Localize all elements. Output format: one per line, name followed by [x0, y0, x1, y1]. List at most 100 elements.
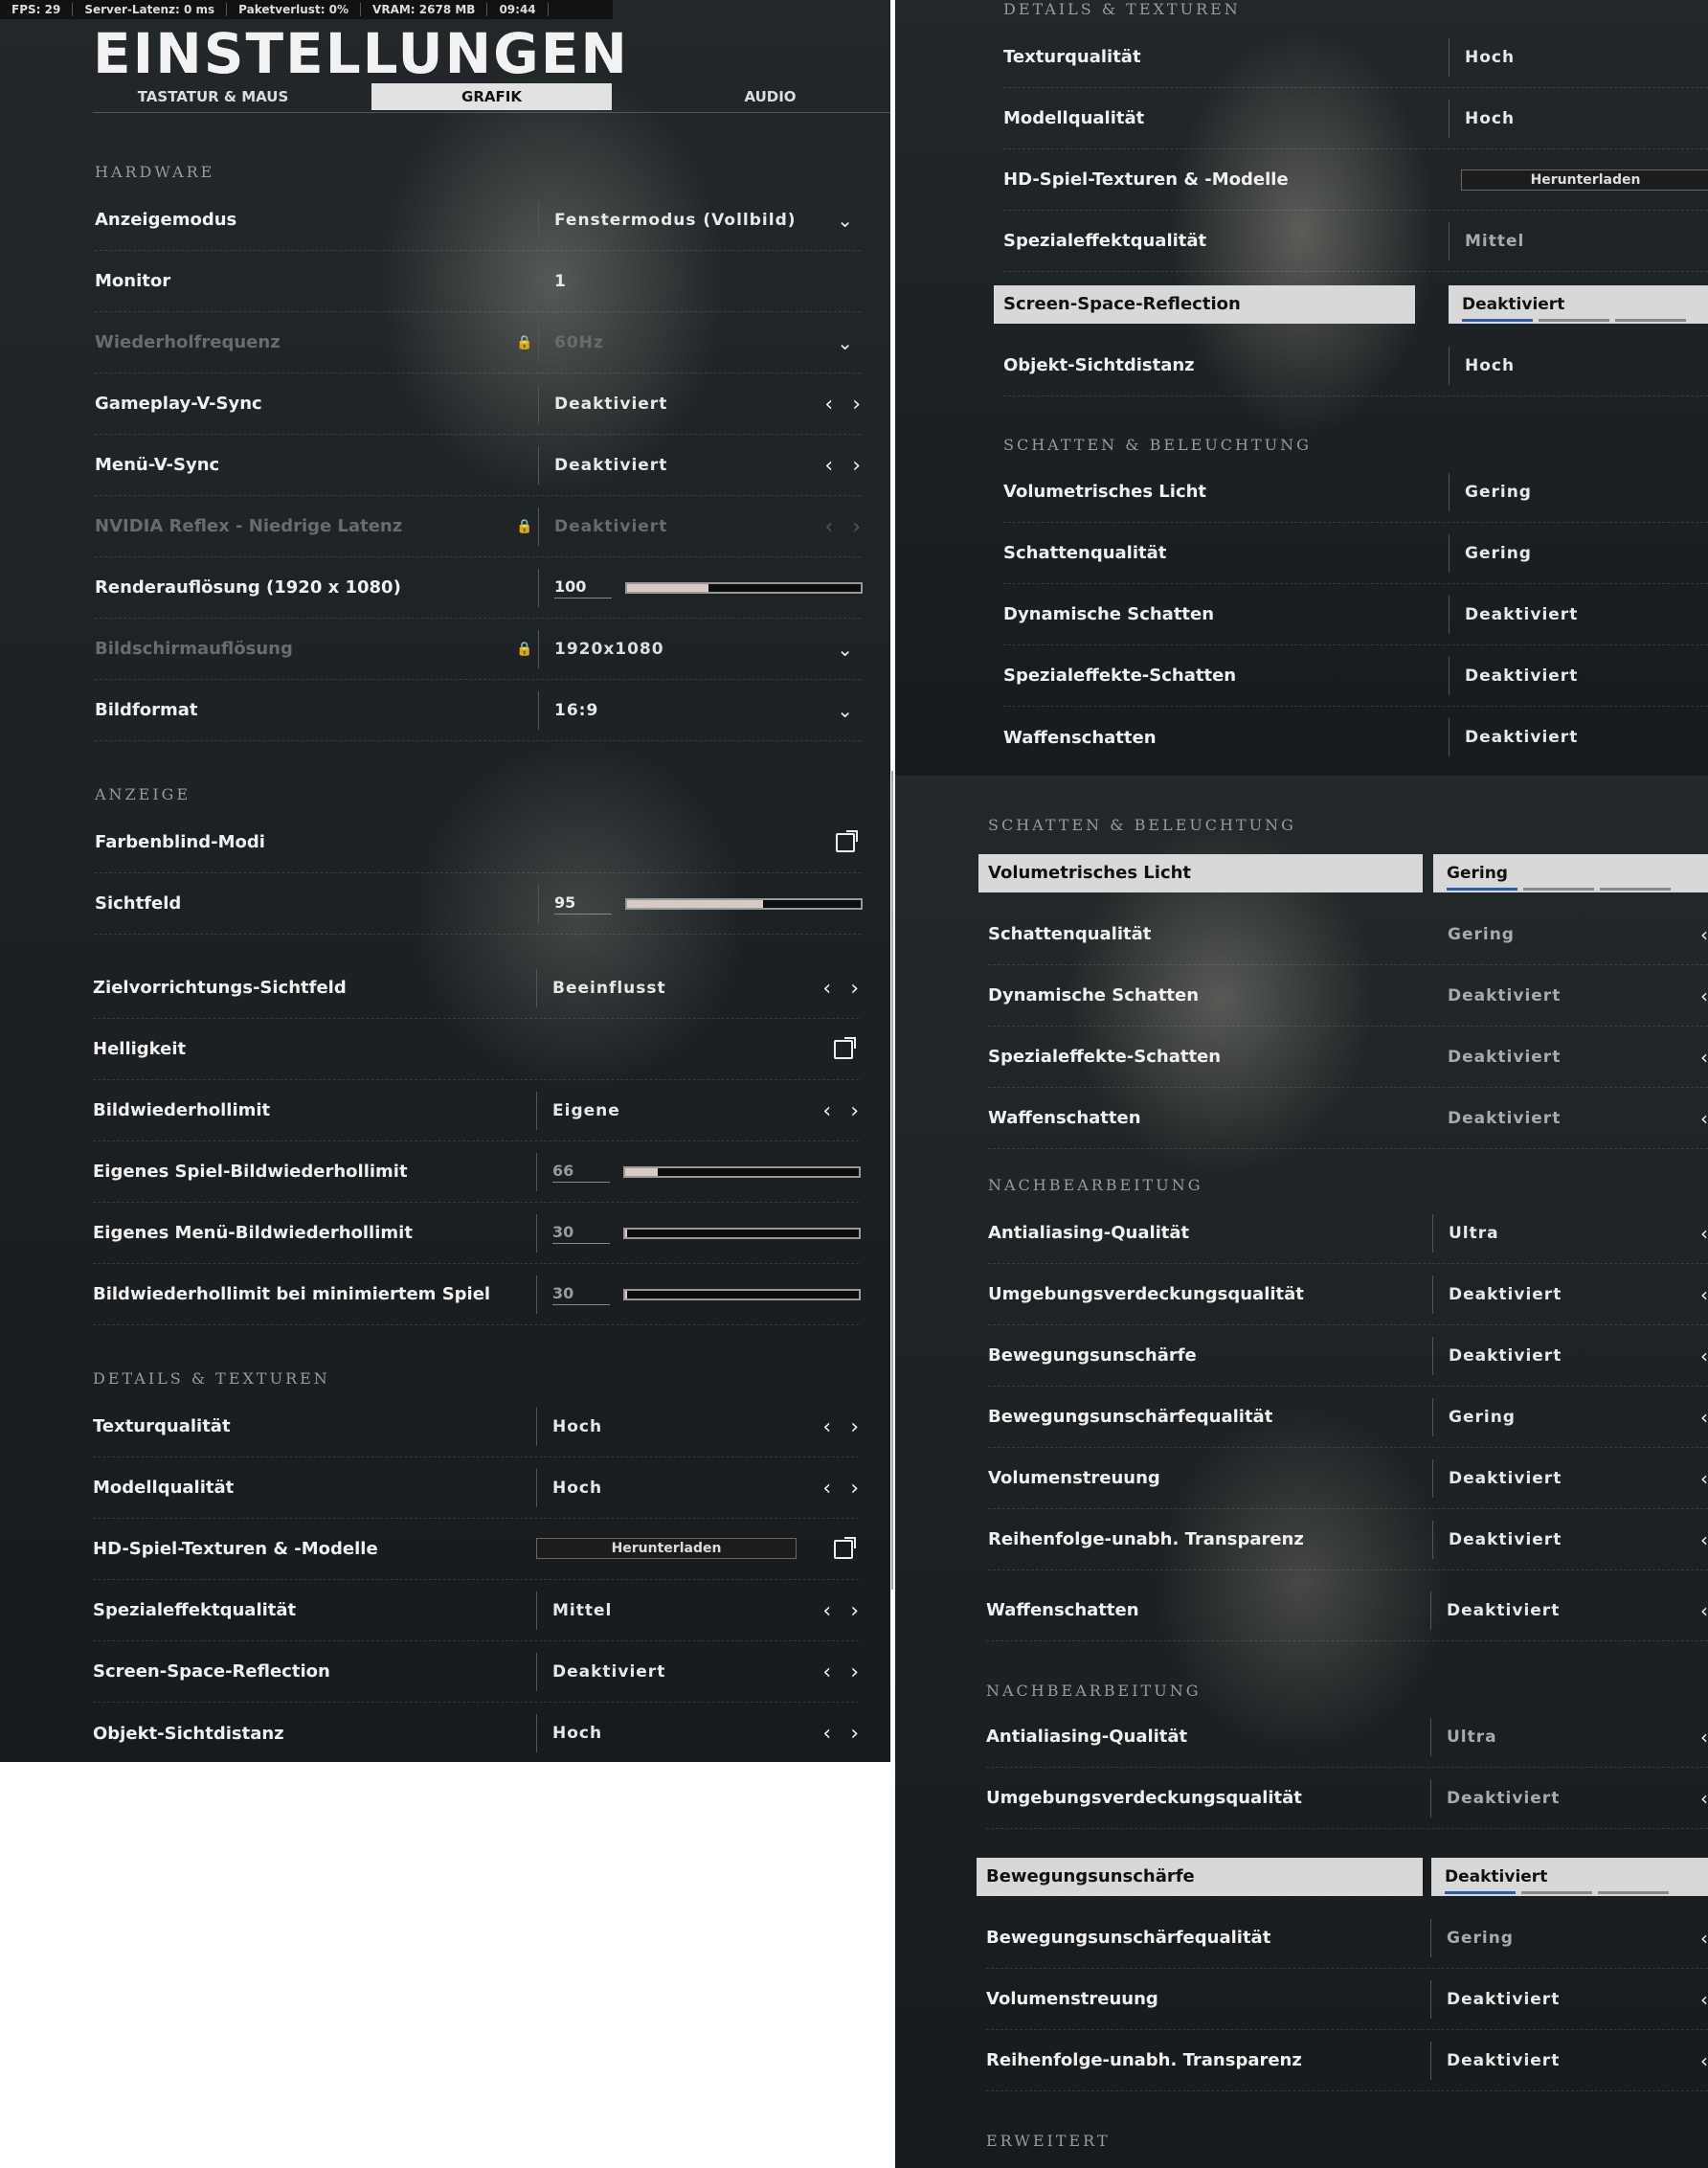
tab-keyboard-mouse[interactable]: TASTATUR & MAUS: [93, 83, 333, 110]
chevron-right-icon[interactable]: ›: [850, 1099, 859, 1123]
setting-oit[interactable]: Reihenfolge-unabh. Transparenz Deaktivie…: [988, 1509, 1708, 1570]
setting-texture-quality[interactable]: Texturqualität Hoch: [1003, 27, 1708, 88]
setting-oit-2[interactable]: Reihenfolge-unabh. Transparenz Deaktivie…: [986, 2030, 1708, 2091]
chevron-left-icon[interactable]: ‹: [1700, 2049, 1708, 2072]
setting-ambient-occlusion[interactable]: Umgebungsverdeckungsqualität Deaktiviert…: [988, 1264, 1708, 1325]
setting-dynamic-shadows[interactable]: Dynamische Schatten Deaktiviert: [1003, 584, 1708, 645]
chevron-left-icon[interactable]: ‹: [822, 1415, 831, 1439]
chevron-down-icon[interactable]: ⌄: [837, 209, 853, 232]
setting-hd-textures[interactable]: HD-Spiel-Texturen & -Modelle Herunterlad…: [93, 1519, 859, 1580]
chevron-left-icon[interactable]: ‹: [1700, 1283, 1708, 1306]
setting-volumetric-light[interactable]: Volumetrisches Licht Gering: [1003, 462, 1708, 523]
setting-ssr-value[interactable]: Deaktiviert: [1449, 285, 1708, 324]
external-link-icon[interactable]: [834, 1537, 856, 1559]
setting-ads-fov[interactable]: Zielvorrichtungs-Sichtfeld Beeinflusst ‹ ›: [93, 958, 859, 1019]
chevron-right-icon[interactable]: ›: [850, 1722, 859, 1746]
setting-object-distance[interactable]: Objekt-Sichtdistanz Hoch: [1003, 335, 1708, 396]
scrollbar[interactable]: [891, 771, 893, 1590]
setting-render-resolution[interactable]: Renderauflösung (1920 x 1080) 100: [95, 557, 863, 619]
chevron-left-icon[interactable]: ‹: [1700, 984, 1708, 1007]
chevron-left-icon[interactable]: ‹: [1700, 1222, 1708, 1245]
setting-dynamic-shadows[interactable]: Dynamische Schatten Deaktiviert ‹: [988, 965, 1708, 1027]
setting-weapon-shadows[interactable]: Waffenschatten Deaktiviert ‹: [988, 1088, 1708, 1149]
chevron-right-icon[interactable]: ›: [850, 1477, 859, 1501]
tab-graphics[interactable]: GRAFIK: [371, 82, 612, 110]
chevron-left-icon[interactable]: ‹: [822, 1477, 831, 1501]
setting-shadow-quality[interactable]: Schattenqualität Gering ‹: [988, 904, 1708, 965]
setting-texture-quality[interactable]: Texturqualität Hoch ‹ ›: [93, 1396, 859, 1457]
slider-track[interactable]: [625, 582, 863, 594]
setting-ssr[interactable]: Screen-Space-Reflection Deaktiviert ‹ ›: [93, 1641, 859, 1703]
setting-effects-quality[interactable]: Spezialeffektqualität Mittel: [1003, 211, 1708, 272]
setting-custom-menu-fps[interactable]: Eigenes Menü-Bildwiederhollimit 30: [93, 1203, 861, 1264]
chevron-left-icon[interactable]: ‹: [1700, 1406, 1708, 1429]
chevron-left-icon[interactable]: ‹: [1700, 1726, 1708, 1749]
chevron-right-icon[interactable]: ›: [850, 1415, 859, 1439]
tab-audio[interactable]: AUDIO: [650, 83, 890, 110]
chevron-left-icon[interactable]: ‹: [1700, 923, 1708, 946]
setting-motion-blur[interactable]: Bewegungsunschärfe Deaktiviert ‹: [988, 1325, 1708, 1387]
chevron-right-icon[interactable]: ›: [850, 1660, 859, 1684]
chevron-down-icon[interactable]: ⌄: [837, 699, 853, 722]
download-button[interactable]: Herunterladen: [1461, 169, 1708, 191]
slider-value[interactable]: 100: [554, 577, 612, 598]
setting-hd-textures[interactable]: HD-Spiel-Texturen & -Modelle Herunterlad…: [1003, 149, 1708, 211]
slider-value[interactable]: 95: [554, 893, 612, 915]
setting-gameplay-vsync[interactable]: Gameplay-V-Sync Deaktiviert ‹ ›: [95, 373, 861, 435]
external-link-icon[interactable]: [834, 1036, 856, 1059]
setting-effect-shadows[interactable]: Spezialeffekte-Schatten Deaktiviert: [1003, 645, 1708, 707]
slider-value[interactable]: 30: [552, 1284, 610, 1305]
setting-weapon-shadows[interactable]: Waffenschatten Deaktiviert: [1003, 707, 1708, 768]
setting-motion-blur-quality[interactable]: Bewegungsunschärfequalität Gering ‹: [988, 1387, 1708, 1448]
external-link-icon[interactable]: [836, 829, 858, 852]
setting-fov[interactable]: Sichtfeld 95: [95, 873, 863, 935]
setting-volumetric-light-value[interactable]: Gering: [1433, 854, 1708, 892]
setting-display-mode[interactable]: Anzeigemodus Fenstermodus (Vollbild) ⌄: [95, 190, 861, 251]
setting-motion-blur-quality-2[interactable]: Bewegungsunschärfequalität Gering ‹: [986, 1908, 1708, 1969]
chevron-right-icon[interactable]: ›: [852, 393, 861, 417]
slider-track[interactable]: [623, 1289, 861, 1300]
setting-colorblind[interactable]: Farbenblind-Modi: [95, 812, 861, 873]
chevron-left-icon[interactable]: ‹: [1700, 1599, 1708, 1622]
chevron-left-icon[interactable]: ‹: [1700, 1787, 1708, 1810]
slider-value[interactable]: 30: [552, 1223, 610, 1244]
chevron-left-icon[interactable]: ‹: [822, 1722, 831, 1746]
setting-antialiasing[interactable]: Antialiasing-Qualität Ultra ‹: [988, 1203, 1708, 1264]
setting-fps-limit[interactable]: Bildwiederhollimit Eigene ‹ ›: [93, 1080, 859, 1141]
slider-value[interactable]: 66: [552, 1162, 610, 1183]
chevron-left-icon[interactable]: ‹: [1700, 1107, 1708, 1130]
setting-weapon-shadows-2[interactable]: Waffenschatten Deaktiviert ‹: [986, 1580, 1708, 1641]
setting-effect-shadows[interactable]: Spezialeffekte-Schatten Deaktiviert ‹: [988, 1027, 1708, 1088]
chevron-right-icon[interactable]: ›: [852, 454, 861, 478]
download-button[interactable]: Herunterladen: [536, 1538, 797, 1559]
slider-track[interactable]: [625, 898, 863, 910]
chevron-left-icon[interactable]: ‹: [824, 393, 833, 417]
chevron-left-icon[interactable]: ‹: [1700, 1046, 1708, 1069]
setting-menu-vsync[interactable]: Menü-V-Sync Deaktiviert ‹ ›: [95, 435, 861, 496]
chevron-left-icon[interactable]: ‹: [1700, 1467, 1708, 1490]
setting-shadow-quality[interactable]: Schattenqualität Gering: [1003, 523, 1708, 584]
setting-aspect-ratio[interactable]: Bildformat 16:9 ⌄: [95, 680, 861, 741]
setting-motion-blur-selected[interactable]: Bewegungsunschärfe: [977, 1858, 1423, 1896]
setting-brightness[interactable]: Helligkeit: [93, 1019, 859, 1080]
chevron-left-icon[interactable]: ‹: [1700, 1344, 1708, 1367]
setting-effects-quality[interactable]: Spezialeffektqualität Mittel ‹ ›: [93, 1580, 859, 1641]
chevron-left-icon[interactable]: ‹: [822, 1660, 831, 1684]
chevron-left-icon[interactable]: ‹: [822, 977, 831, 1001]
setting-ambient-occlusion-2[interactable]: Umgebungsverdeckungsqualität Deaktiviert…: [986, 1768, 1708, 1829]
chevron-left-icon[interactable]: ‹: [1700, 1927, 1708, 1950]
setting-motion-blur-value[interactable]: Deaktiviert: [1431, 1858, 1708, 1896]
setting-volume-scattering-2[interactable]: Volumenstreuung Deaktiviert ‹: [986, 1969, 1708, 2030]
setting-object-distance[interactable]: Objekt-Sichtdistanz Hoch ‹ ›: [93, 1703, 859, 1762]
chevron-left-icon[interactable]: ‹: [1700, 1988, 1708, 2011]
slider-track[interactable]: [623, 1228, 861, 1239]
chevron-left-icon[interactable]: ‹: [822, 1099, 831, 1123]
setting-custom-game-fps[interactable]: Eigenes Spiel-Bildwiederhollimit 66: [93, 1141, 861, 1203]
slider-track[interactable]: [623, 1166, 861, 1178]
setting-model-quality[interactable]: Modellqualität Hoch ‹ ›: [93, 1457, 859, 1519]
setting-volume-scattering[interactable]: Volumenstreuung Deaktiviert ‹: [988, 1448, 1708, 1509]
chevron-left-icon[interactable]: ‹: [822, 1599, 831, 1623]
setting-model-quality[interactable]: Modellqualität Hoch: [1003, 88, 1708, 149]
setting-minimized-fps[interactable]: Bildwiederhollimit bei minimiertem Spiel…: [93, 1264, 861, 1325]
chevron-right-icon[interactable]: ›: [850, 977, 859, 1001]
